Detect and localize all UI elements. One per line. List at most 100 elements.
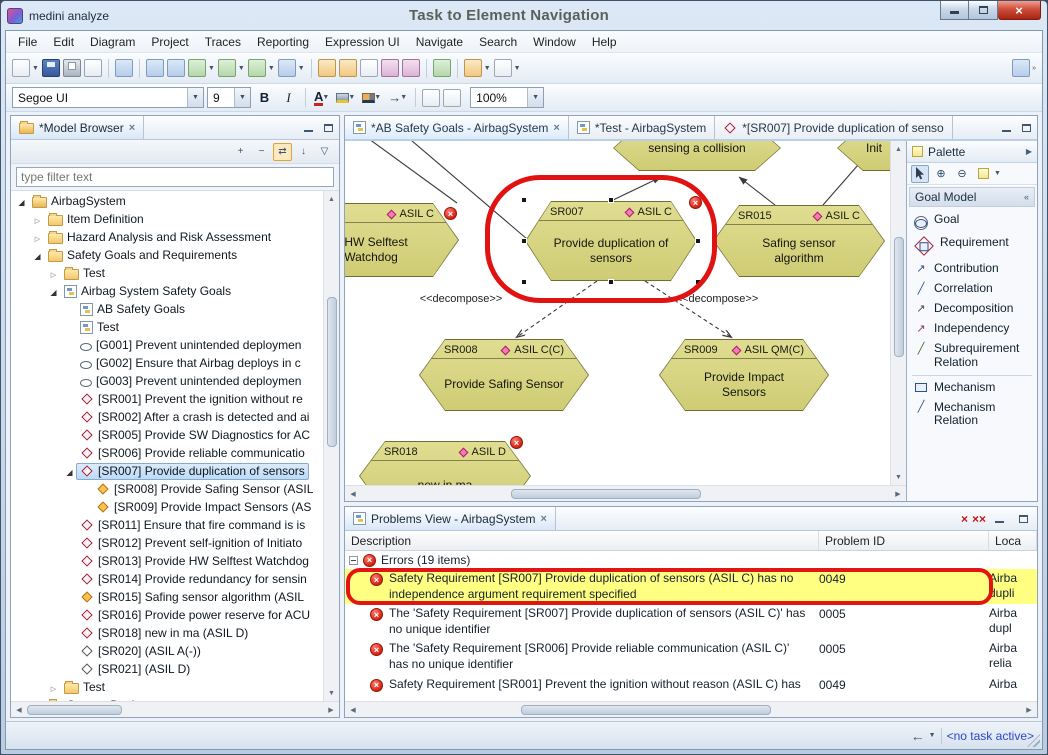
line-color-button[interactable]: ▼ xyxy=(360,87,383,108)
selection-handle[interactable] xyxy=(608,279,614,285)
delete-marker-button[interactable]: × xyxy=(961,512,968,526)
tree-item-body[interactable]: [SR013] Provide HW Selftest Watchdog xyxy=(76,553,313,570)
export-button[interactable] xyxy=(84,59,102,77)
menu-item[interactable]: Expression UI xyxy=(317,32,408,52)
font-size-select[interactable]: 9 ▼ xyxy=(207,87,251,108)
menu-item[interactable]: File xyxy=(10,32,45,52)
problems-horizontal-scrollbar[interactable]: ◀ ▶ xyxy=(345,701,1037,717)
note-button[interactable] xyxy=(318,59,336,77)
scroll-up-icon[interactable]: ▲ xyxy=(324,191,340,207)
tree-item[interactable]: Test xyxy=(11,678,323,696)
zoom-select[interactable]: 100% ▼ xyxy=(470,87,544,108)
node-sr007[interactable]: SR007 ASIL C Provide duplication of sens… xyxy=(525,201,697,281)
diagram-canvas[interactable]: sensing a collision Init xyxy=(345,141,890,485)
column-header-description[interactable]: Description xyxy=(345,531,819,550)
scroll-thumb[interactable] xyxy=(511,489,701,499)
tree-item-body[interactable]: [SR020] (ASIL A(-)) xyxy=(76,643,205,660)
tree-item[interactable]: [SR005] Provide SW Diagnostics for AC xyxy=(11,426,323,444)
tree-item-body[interactable]: Test xyxy=(60,265,109,282)
font-size-caret-icon[interactable]: ▼ xyxy=(234,88,250,107)
layout-button[interactable] xyxy=(188,59,206,77)
expand-arrow-icon[interactable] xyxy=(47,284,60,298)
tree-item[interactable]: [SR002] After a crash is detected and ai xyxy=(11,408,323,426)
tree-item[interactable]: [SR012] Prevent self-ignition of Initiat… xyxy=(11,534,323,552)
font-color-button[interactable]: A▼ xyxy=(312,87,331,108)
tree-item[interactable]: [SR016] Provide power reserve for ACU xyxy=(11,606,323,624)
tree-item-body[interactable]: [SR011] Ensure that fire command is is xyxy=(76,517,309,534)
tree-vertical-scrollbar[interactable]: ▲ ▼ xyxy=(323,191,339,701)
tree-item-body[interactable]: [SR015] Safing sensor algorithm (ASIL xyxy=(76,589,308,606)
collapse-group-icon[interactable] xyxy=(349,556,358,565)
menu-item[interactable]: Search xyxy=(471,32,525,52)
line-color-caret-icon[interactable]: ▼ xyxy=(374,94,381,101)
tree-item-body[interactable]: Test xyxy=(76,319,123,336)
scroll-thumb[interactable] xyxy=(27,705,122,715)
tree-item-body[interactable]: Safety Goals and Requirements xyxy=(44,247,241,264)
tree-item-body[interactable]: [SR002] After a crash is detected and ai xyxy=(76,409,313,426)
fill-color-caret-icon[interactable]: ▼ xyxy=(348,94,355,101)
editor-tab[interactable]: *AB Safety Goals - AirbagSystem × xyxy=(345,116,569,139)
column-header-problem-id[interactable]: Problem ID xyxy=(819,531,989,550)
maximize-button[interactable] xyxy=(969,1,998,20)
scroll-thumb[interactable] xyxy=(894,237,904,357)
italic-button[interactable]: I xyxy=(278,87,299,108)
zoom-in-tool-button[interactable]: ⊕ xyxy=(932,165,950,183)
tree-item[interactable]: Test xyxy=(11,264,323,282)
minimize-view-button[interactable] xyxy=(990,511,1008,527)
close-tab-icon[interactable]: × xyxy=(541,513,547,525)
tree-item-body[interactable]: [G002] Ensure that Airbag deploys in c xyxy=(76,355,305,372)
selection-handle[interactable] xyxy=(521,197,527,203)
settings-button[interactable] xyxy=(494,59,512,77)
problem-row[interactable]: The 'Safety Requirement [SR007] Provide … xyxy=(345,604,1037,639)
link-with-editor-button[interactable]: ⇄ xyxy=(273,143,292,161)
tree-item-body[interactable]: [SR012] Prevent self-ignition of Initiat… xyxy=(76,535,306,552)
layout-caret-icon[interactable]: ▼ xyxy=(208,65,215,72)
tree-item[interactable]: Item Definition xyxy=(11,210,323,228)
tree-item-body[interactable]: AB Safety Goals xyxy=(76,301,189,318)
scroll-left-icon[interactable]: ◀ xyxy=(345,486,361,502)
tree-item[interactable]: [G003] Prevent unintended deploymen xyxy=(11,372,323,390)
font-family-select[interactable]: Segoe UI ▼ xyxy=(12,87,204,108)
delete-all-markers-button[interactable]: ×× xyxy=(972,512,986,526)
tree-item-body[interactable]: Item Definition xyxy=(44,211,148,228)
tree-item[interactable]: [SR014] Provide redundancy for sensin xyxy=(11,570,323,588)
tree-item-body[interactable]: AirbagSystem xyxy=(28,193,130,210)
canvas-horizontal-scrollbar[interactable]: ◀ ▶ xyxy=(345,485,906,501)
properties-button[interactable] xyxy=(115,59,133,77)
collapse-all-button[interactable]: − xyxy=(252,143,271,161)
note-tool-caret-icon[interactable]: ▼ xyxy=(994,170,1001,177)
attachment-button[interactable] xyxy=(402,59,420,77)
editor-tab[interactable]: *Test - AirbagSystem × xyxy=(569,116,715,139)
problem-row[interactable]: Safety Requirement [SR001] Prevent the i… xyxy=(345,675,1037,701)
task-caret-icon[interactable]: ▼ xyxy=(929,732,936,739)
tree-item[interactable]: Hazard Analysis and Risk Assessment xyxy=(11,228,323,246)
palette-tool[interactable]: Mechanism Relation xyxy=(907,398,1037,432)
validate-button[interactable] xyxy=(433,59,451,77)
expand-all-button[interactable]: + xyxy=(231,143,250,161)
node-sensing-a-collision[interactable]: sensing a collision xyxy=(613,141,781,171)
new-model-button[interactable] xyxy=(12,59,30,77)
sort-button[interactable]: ↓ xyxy=(294,143,313,161)
report-caret-icon[interactable]: ▼ xyxy=(484,65,491,72)
maximize-view-button[interactable] xyxy=(1014,511,1032,527)
tree-item[interactable]: [SR015] Safing sensor algorithm (ASIL xyxy=(11,588,323,606)
palette-tool[interactable]: Independency xyxy=(907,319,1037,339)
tree-item-body[interactable]: [SR021] (ASIL D) xyxy=(76,661,194,678)
close-tab-icon[interactable]: × xyxy=(553,122,559,134)
scroll-right-icon[interactable]: ▶ xyxy=(890,486,906,502)
filter-input[interactable] xyxy=(16,167,334,187)
collapse-group-chevron-icon[interactable]: « xyxy=(1024,192,1029,202)
tree-item[interactable]: [SR009] Provide Impact Sensors (AS xyxy=(11,498,323,516)
scroll-thumb[interactable] xyxy=(521,705,771,715)
tree-item[interactable]: AB Safety Goals xyxy=(11,300,323,318)
scroll-right-icon[interactable]: ▶ xyxy=(1021,702,1037,718)
scroll-down-icon[interactable]: ▼ xyxy=(324,685,340,701)
bold-button[interactable]: B xyxy=(254,87,275,108)
tree-item-body[interactable]: Hazard Analysis and Risk Assessment xyxy=(44,229,275,246)
tree-item-body[interactable]: [SR007] Provide duplication of sensors xyxy=(76,463,309,480)
column-header-location[interactable]: Loca xyxy=(989,531,1037,550)
scroll-down-icon[interactable]: ▼ xyxy=(891,469,907,485)
tree-item[interactable]: [SR006] Provide reliable communicatio xyxy=(11,444,323,462)
expand-arrow-icon[interactable] xyxy=(31,230,44,244)
minimize-editor-button[interactable] xyxy=(997,120,1015,136)
